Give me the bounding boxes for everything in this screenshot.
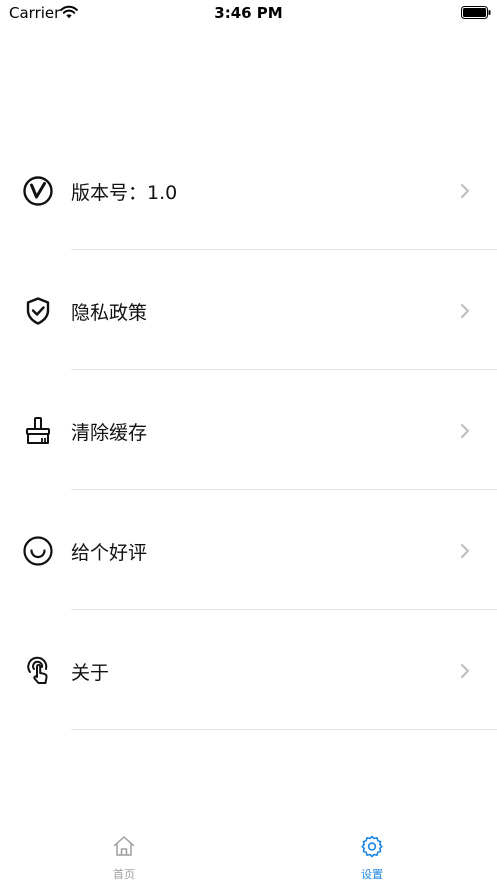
broom-icon: [26, 417, 50, 444]
chevron-right-icon: [461, 184, 469, 198]
shield-check-icon: [26, 297, 50, 325]
menu-item-label: 关于: [71, 662, 110, 684]
menu-item-clear-cache[interactable]: 清除缓存: [0, 370, 497, 490]
tab-settings-label: 设置: [361, 868, 383, 881]
gear-icon: [361, 835, 383, 858]
menu-item-label: 清除缓存: [71, 422, 148, 444]
menu-item-about[interactable]: 关于: [0, 610, 497, 730]
status-bar: Carrier 3:46 PM: [0, 0, 497, 26]
menu-item-rate-app[interactable]: 给个好评: [0, 490, 497, 610]
menu-item-privacy-policy[interactable]: 隐私政策: [0, 250, 497, 370]
menu-item-label: 版本号：1.0: [71, 182, 178, 204]
chevron-right-icon: [461, 664, 469, 678]
menu-item-label: 隐私政策: [71, 302, 148, 324]
chevron-right-icon: [461, 544, 469, 558]
divider: [71, 729, 497, 730]
smile-icon: [23, 536, 53, 566]
menu-item-version[interactable]: 版本号：1.0: [0, 130, 497, 250]
home-icon: [113, 836, 135, 856]
version-v-icon: [23, 176, 53, 206]
settings-menu: 版本号：1.0 隐私政策 清除缓存 给个好评 关于: [0, 130, 497, 730]
status-time: 3:46 PM: [214, 4, 283, 22]
tab-home[interactable]: 首页: [0, 832, 248, 883]
battery-icon: [461, 6, 491, 19]
touch-hand-icon: [27, 656, 48, 684]
chevron-right-icon: [461, 424, 469, 438]
tab-home-label: 首页: [113, 868, 135, 881]
tab-bar: 首页 设置: [0, 832, 497, 883]
menu-item-label: 给个好评: [71, 542, 148, 564]
chevron-right-icon: [461, 304, 469, 318]
tab-settings[interactable]: 设置: [248, 832, 496, 883]
